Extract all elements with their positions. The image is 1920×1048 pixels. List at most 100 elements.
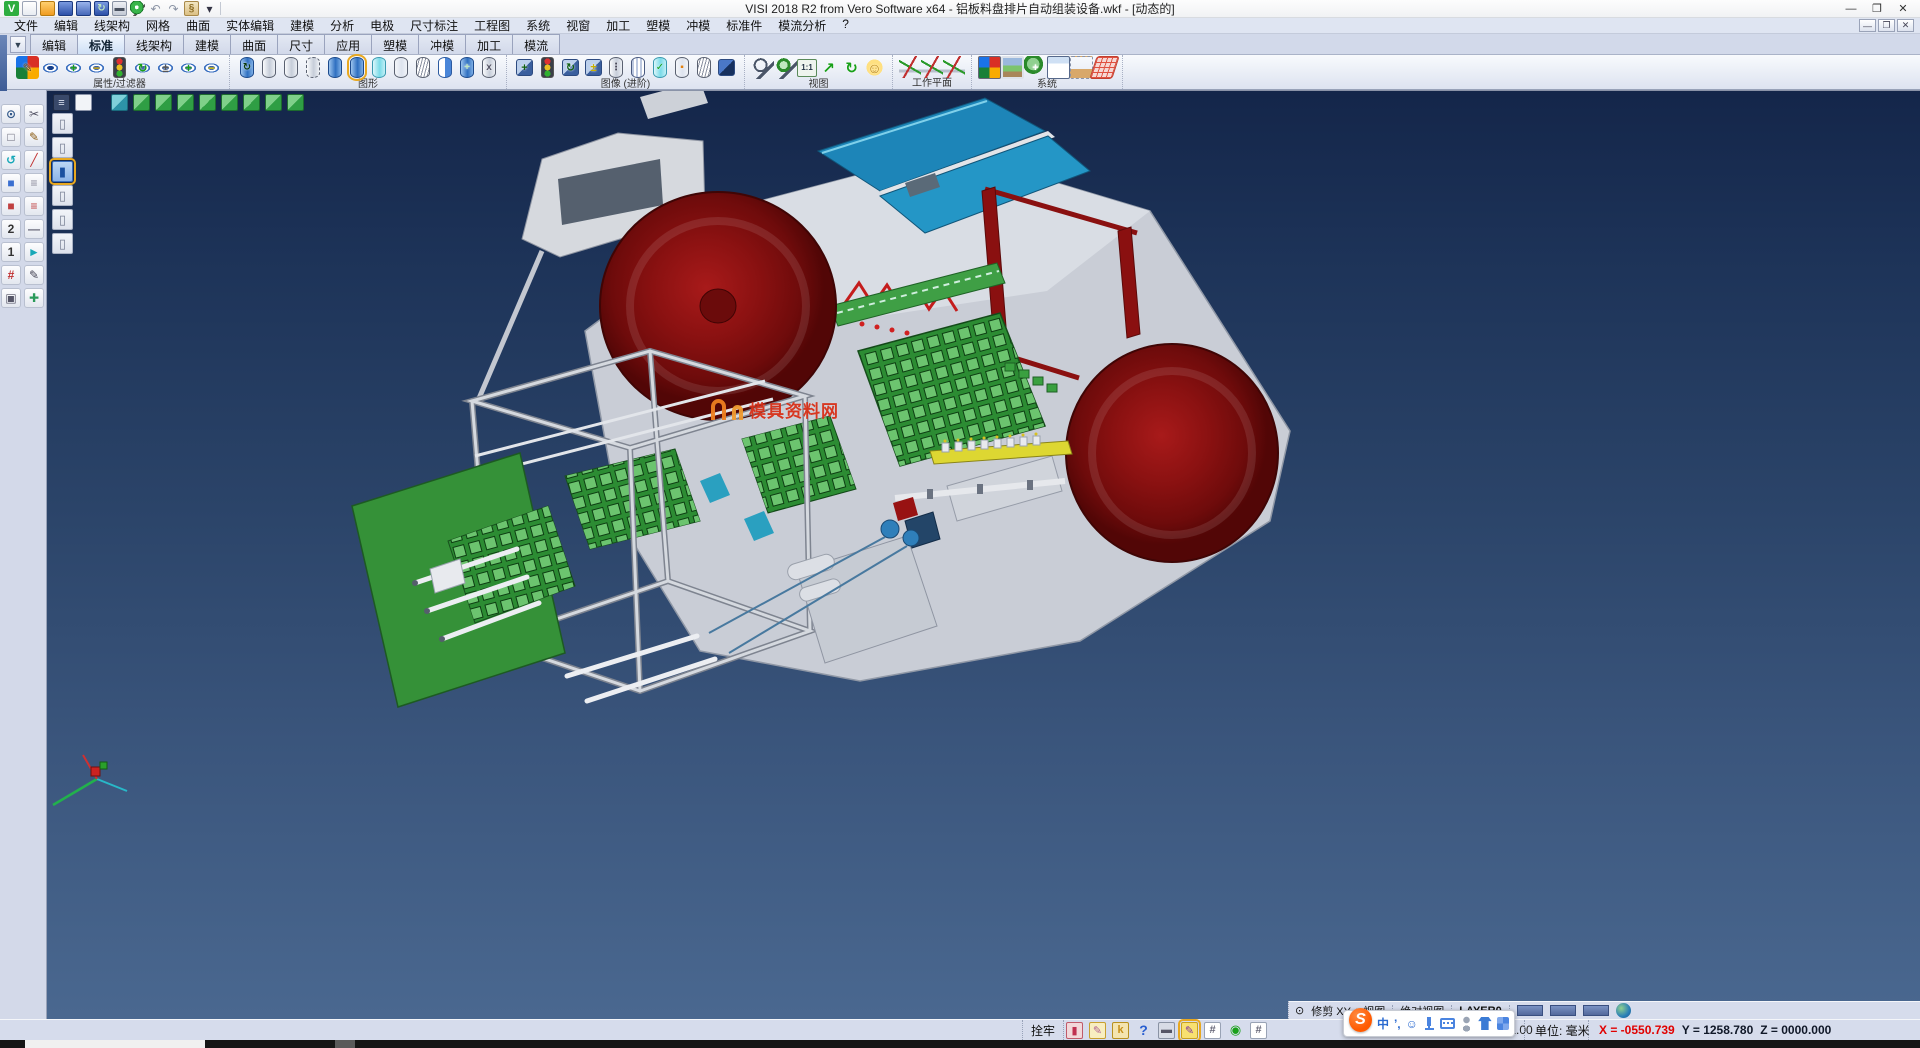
menu-item-11[interactable]: 系统 <box>518 17 558 34</box>
globe-icon[interactable] <box>1616 1003 1631 1018</box>
menu-item-5[interactable]: 实体编辑 <box>218 17 282 34</box>
menu-item-9[interactable]: 尺寸标注 <box>402 17 466 34</box>
menu-item-0[interactable]: 文件 <box>6 17 46 34</box>
menu-item-17[interactable]: 模流分析 <box>770 17 834 34</box>
menu-item-12[interactable]: 视窗 <box>558 17 598 34</box>
check-cylinder-icon[interactable]: ✓ <box>653 57 667 78</box>
layer-color-bar-3[interactable] <box>1583 1005 1609 1016</box>
sync-icon[interactable]: § <box>184 1 199 16</box>
taskbar-window-segment[interactable] <box>25 1040 205 1048</box>
pan-view-icon[interactable]: ↗ <box>817 56 840 79</box>
close-button[interactable]: ✕ <box>1890 1 1916 17</box>
menu-item-4[interactable]: 曲面 <box>178 17 218 34</box>
viewport-3d[interactable]: ≡ ▯▯▮▯▯▯ 模具资料网 ⊙ 修剪 XY + 视图 绝对视图 LAYER0 <box>47 90 1920 1019</box>
one-view-icon[interactable]: 1 <box>1 242 21 262</box>
hide-entity-icon[interactable]: − <box>85 56 108 79</box>
layer-color-bar-1[interactable] <box>1517 1005 1543 1016</box>
display-filter-3[interactable]: ▮ <box>52 161 73 182</box>
ime-person-icon[interactable] <box>1460 1016 1473 1032</box>
badge-cylinder-icon[interactable]: ▪ <box>675 57 689 78</box>
preview-icon[interactable] <box>130 1 145 16</box>
box-select-icon[interactable]: □ <box>1 127 21 147</box>
export-icon[interactable]: ✚ <box>24 288 44 308</box>
grid2-toggle-icon[interactable]: # <box>1250 1022 1267 1039</box>
menu-item-14[interactable]: 塑模 <box>638 17 678 34</box>
note-icon[interactable]: ✎ <box>1089 1022 1106 1039</box>
menu-item-10[interactable]: 工程图 <box>466 17 518 34</box>
tab-mould[interactable]: 塑模 <box>371 34 419 54</box>
zoom-all-icon[interactable] <box>774 56 797 79</box>
tab-modeling[interactable]: 建模 <box>183 34 231 54</box>
view-cube-1-icon[interactable] <box>133 94 150 111</box>
lock-frame-icon[interactable]: ▮ <box>1066 1022 1083 1039</box>
view-cube-7-icon[interactable] <box>265 94 282 111</box>
ime-skin-icon[interactable] <box>1478 1017 1491 1030</box>
flat-cylinder-icon[interactable] <box>394 57 408 78</box>
image-settings-icon[interactable] <box>1001 56 1024 79</box>
toggle-images-icon[interactable]: ± <box>585 59 602 76</box>
add-image-icon[interactable]: + <box>516 59 533 76</box>
display-filter-2[interactable]: ▯ <box>52 137 73 158</box>
menu-item-16[interactable]: 标准件 <box>718 17 770 34</box>
workplane-align-icon[interactable] <box>943 56 965 78</box>
new-file-icon[interactable] <box>22 1 37 16</box>
history-icon[interactable]: ▣ <box>1 288 21 308</box>
help-icon[interactable]: ? <box>1135 1022 1152 1039</box>
pen-select-icon[interactable]: ✎ <box>1181 1022 1198 1039</box>
view-cube-2-icon[interactable] <box>155 94 172 111</box>
document-eye-icon[interactable] <box>39 56 62 79</box>
hatched-cylinder-icon[interactable] <box>416 57 430 78</box>
tab-application[interactable]: 应用 <box>324 34 372 54</box>
dotted-cylinder-icon[interactable]: ⋮ <box>609 57 623 78</box>
open-file-icon[interactable] <box>40 1 55 16</box>
ime-lang-icon[interactable]: 中 <box>1377 1015 1389 1032</box>
wireframe-cylinder-icon[interactable] <box>262 57 276 78</box>
toolbar-dropdown-icon[interactable]: ▼ <box>10 36 26 53</box>
display-filter-4[interactable]: ▯ <box>52 185 73 206</box>
tab-surface[interactable]: 曲面 <box>230 34 278 54</box>
mdi-close-button[interactable]: ✕ <box>1897 19 1914 32</box>
menu-item-18[interactable]: ? <box>834 17 857 34</box>
view-cube-4-icon[interactable] <box>199 94 216 111</box>
lock-toggle[interactable]: 拴牢 <box>1022 1020 1064 1040</box>
ime-mic-icon[interactable] <box>1423 1016 1435 1032</box>
menu-item-2[interactable]: 线架构 <box>86 17 138 34</box>
display-filter-5[interactable]: ▯ <box>52 209 73 230</box>
save-as-icon[interactable] <box>76 1 91 16</box>
mdi-restore-button[interactable]: ❐ <box>1878 19 1895 32</box>
tab-progress[interactable]: 冲模 <box>418 34 466 54</box>
viewport-menu-icon[interactable]: ≡ <box>53 94 70 111</box>
sheet-icon[interactable]: ≡ <box>24 173 44 193</box>
zoom-select-icon[interactable]: ⊙ <box>1 104 21 124</box>
menu-item-3[interactable]: 网格 <box>138 17 178 34</box>
qat-dropdown-icon[interactable]: ▾ <box>202 1 217 16</box>
solid-red-cube-icon[interactable]: ■ <box>1 196 21 216</box>
menu-item-15[interactable]: 冲模 <box>678 17 718 34</box>
display-filter-1[interactable]: ▯ <box>52 113 73 134</box>
two-views-icon[interactable]: 2 <box>1 219 21 239</box>
view-cube-3-icon[interactable] <box>177 94 194 111</box>
sogou-logo-icon[interactable]: S <box>1349 1008 1372 1032</box>
line-tool-icon[interactable]: — <box>24 219 44 239</box>
undo-icon[interactable]: ↶ <box>148 1 163 16</box>
scissors-icon[interactable]: ✂ <box>24 104 44 124</box>
mixed-display-cylinder-icon[interactable] <box>438 57 452 78</box>
hatched-cylinder2-icon[interactable] <box>697 57 711 78</box>
tab-dimension[interactable]: 尺寸 <box>277 34 325 54</box>
redo-icon[interactable]: ↷ <box>166 1 181 16</box>
shade-refresh-icon[interactable]: ↻ <box>240 57 254 78</box>
image-traffic-icon[interactable] <box>541 57 554 78</box>
ime-keyboard-icon[interactable] <box>1440 1018 1455 1029</box>
view-cube-6-icon[interactable] <box>243 94 260 111</box>
attribute-paint-icon[interactable]: ✎ <box>16 56 39 79</box>
trim-tool-icon[interactable]: ╱ <box>24 150 44 170</box>
refresh-visibility-icon[interactable]: ↻ <box>131 56 154 79</box>
show-all-icon[interactable]: + <box>177 56 200 79</box>
grid-plane-icon[interactable] <box>1089 56 1119 79</box>
dashed-hidden-cylinder-icon[interactable] <box>306 57 320 78</box>
menu-item-1[interactable]: 编辑 <box>46 17 86 34</box>
grid-toggle-icon[interactable]: # <box>1204 1022 1221 1039</box>
system-settings-icon[interactable]: + <box>1024 56 1047 79</box>
shaded-cylinder-icon[interactable] <box>328 57 342 78</box>
view-orient-icon[interactable]: ☺ <box>863 56 886 79</box>
